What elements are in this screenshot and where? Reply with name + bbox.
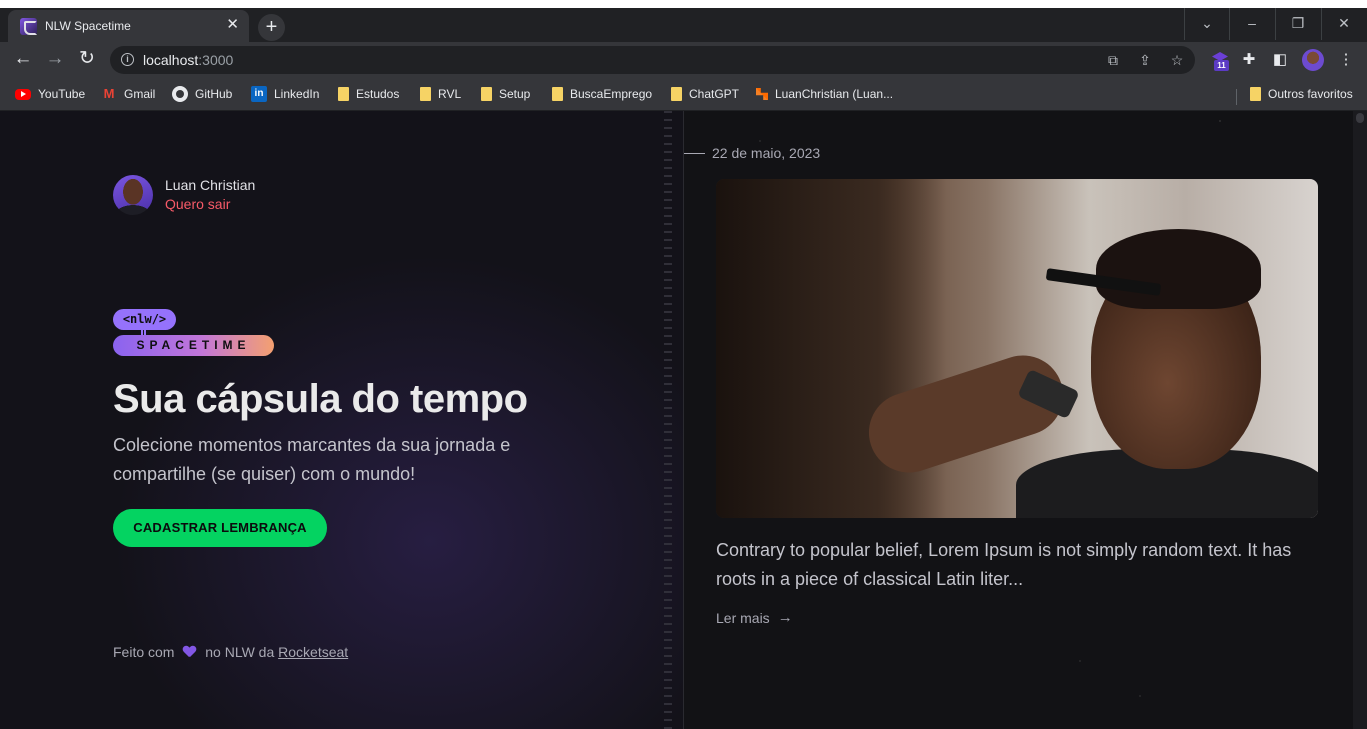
bookmarks-divider bbox=[1236, 89, 1237, 105]
date-line bbox=[684, 153, 705, 154]
github-icon bbox=[172, 86, 188, 102]
address-bar[interactable]: i localhost:3000 ⧉ ⇪ ☆ bbox=[110, 46, 1195, 74]
user-avatar[interactable] bbox=[113, 175, 153, 215]
memory-excerpt: Contrary to popular belief, Lorem Ipsum … bbox=[716, 540, 1292, 589]
footer-credits: Feito com no NLW da Rocketseat bbox=[113, 644, 348, 660]
browser-chrome: NLW Spacetime ✕ + ⌄ – ❐ ✕ ← → ↻ i localh… bbox=[0, 8, 1367, 111]
tab-nlw-spacetime[interactable]: NLW Spacetime ✕ bbox=[8, 10, 249, 42]
logo-spacetime-badge: SPACETIME bbox=[113, 335, 274, 356]
footer-middle: no NLW da bbox=[205, 644, 275, 660]
memories-panel: 22 de maio, 2023 Contrary to popular bel… bbox=[684, 111, 1367, 729]
site-info-icon[interactable]: i bbox=[121, 53, 134, 66]
folder-icon bbox=[420, 87, 431, 101]
footer-prefix: Feito com bbox=[113, 644, 175, 660]
minimize-button[interactable]: – bbox=[1229, 8, 1274, 40]
tab-strip: NLW Spacetime ✕ + ⌄ – ❐ ✕ bbox=[0, 8, 1367, 42]
logout-link[interactable]: Quero sair bbox=[165, 196, 230, 212]
create-memory-button[interactable]: CADASTRAR LEMBRANÇA bbox=[113, 509, 327, 547]
new-tab-button[interactable]: + bbox=[258, 14, 285, 41]
forward-arrow-icon[interactable]: → bbox=[41, 46, 69, 74]
bookmark-gmail[interactable]: M Gmail bbox=[101, 85, 156, 103]
open-in-app-icon[interactable]: ⧉ bbox=[1102, 50, 1124, 70]
bookmark-chatgpt[interactable]: ChatGPT bbox=[671, 85, 739, 103]
bookmark-buscaemprego[interactable]: BuscaEmprego bbox=[552, 85, 652, 103]
bookmark-outros-favoritos[interactable]: Outros favoritos bbox=[1250, 85, 1353, 103]
page-scrollbar[interactable] bbox=[1353, 111, 1367, 729]
logo-nlw-badge: <nlw/> bbox=[113, 309, 176, 330]
folder-icon bbox=[552, 87, 563, 101]
folder-icon bbox=[481, 87, 492, 101]
bookmark-youtube[interactable]: YouTube bbox=[15, 85, 85, 103]
folder-icon bbox=[671, 87, 682, 101]
extension-icon[interactable]: 11 bbox=[1210, 50, 1230, 71]
extension-badge: 11 bbox=[1214, 60, 1229, 71]
leetcode-icon bbox=[756, 88, 768, 100]
divider-stripes bbox=[664, 111, 672, 729]
hero-panel: Luan Christian Quero sair <nlw/> SPACETI… bbox=[0, 111, 684, 729]
rocketseat-link[interactable]: Rocketseat bbox=[278, 644, 348, 660]
tab-close-icon[interactable]: ✕ bbox=[226, 16, 239, 34]
tab-favicon-icon bbox=[20, 18, 37, 35]
hero-title: Sua cápsula do tempo bbox=[113, 377, 528, 421]
profile-avatar[interactable] bbox=[1302, 49, 1324, 71]
memory-date: 22 de maio, 2023 bbox=[712, 145, 821, 161]
side-panel-icon[interactable]: ◧ bbox=[1270, 50, 1290, 70]
tab-title: NLW Spacetime bbox=[45, 19, 131, 33]
scrollbar-thumb[interactable] bbox=[1356, 113, 1364, 123]
bookmark-estudos[interactable]: Estudos bbox=[338, 85, 399, 103]
bookmarks-bar: YouTube M Gmail GitHub in LinkedIn Estudos… bbox=[0, 77, 1367, 111]
hero-subtitle: Colecione momentos marcantes da sua jorn… bbox=[113, 435, 511, 484]
bookmark-github[interactable]: GitHub bbox=[172, 85, 232, 103]
linkedin-icon: in bbox=[251, 86, 267, 102]
arrow-right-icon: → bbox=[777, 609, 793, 626]
folder-icon bbox=[338, 87, 349, 101]
folder-icon bbox=[1250, 87, 1261, 101]
back-arrow-icon[interactable]: ← bbox=[9, 46, 37, 74]
gmail-icon: M bbox=[103, 86, 115, 101]
share-icon[interactable]: ⇪ bbox=[1134, 50, 1156, 70]
close-window-button[interactable]: ✕ bbox=[1321, 8, 1366, 40]
user-name: Luan Christian bbox=[165, 177, 256, 193]
app-page: Luan Christian Quero sair <nlw/> SPACETI… bbox=[0, 111, 1367, 729]
browser-toolbar: ← → ↻ i localhost:3000 ⧉ ⇪ ☆ 11 ✚ ◧ ⋮ bbox=[0, 42, 1367, 77]
url-text[interactable]: localhost:3000 bbox=[143, 52, 233, 68]
bookmark-star-icon[interactable]: ☆ bbox=[1166, 50, 1188, 70]
bookmark-luanchristian[interactable]: LuanChristian (Luan... bbox=[756, 85, 893, 103]
menu-kebab-icon[interactable]: ⋮ bbox=[1336, 50, 1356, 70]
tab-search-icon[interactable]: ⌄ bbox=[1184, 8, 1229, 40]
bookmark-setup[interactable]: Setup bbox=[481, 85, 530, 103]
extensions-puzzle-icon[interactable]: ✚ bbox=[1239, 50, 1259, 70]
bookmark-rvl[interactable]: RVL bbox=[420, 85, 461, 103]
reload-icon[interactable]: ↻ bbox=[73, 46, 101, 74]
youtube-icon bbox=[15, 88, 31, 100]
restore-button[interactable]: ❐ bbox=[1275, 8, 1320, 40]
nlw-spacetime-logo: <nlw/> SPACETIME bbox=[113, 309, 278, 357]
user-profile: Luan Christian Quero sair bbox=[113, 175, 255, 215]
bookmark-linkedin[interactable]: in LinkedIn bbox=[251, 85, 319, 103]
memory-photo bbox=[716, 179, 1318, 518]
read-more-label: Ler mais bbox=[716, 609, 770, 626]
read-more-link[interactable]: Ler mais → bbox=[716, 609, 793, 626]
purple-heart-icon bbox=[183, 646, 196, 658]
